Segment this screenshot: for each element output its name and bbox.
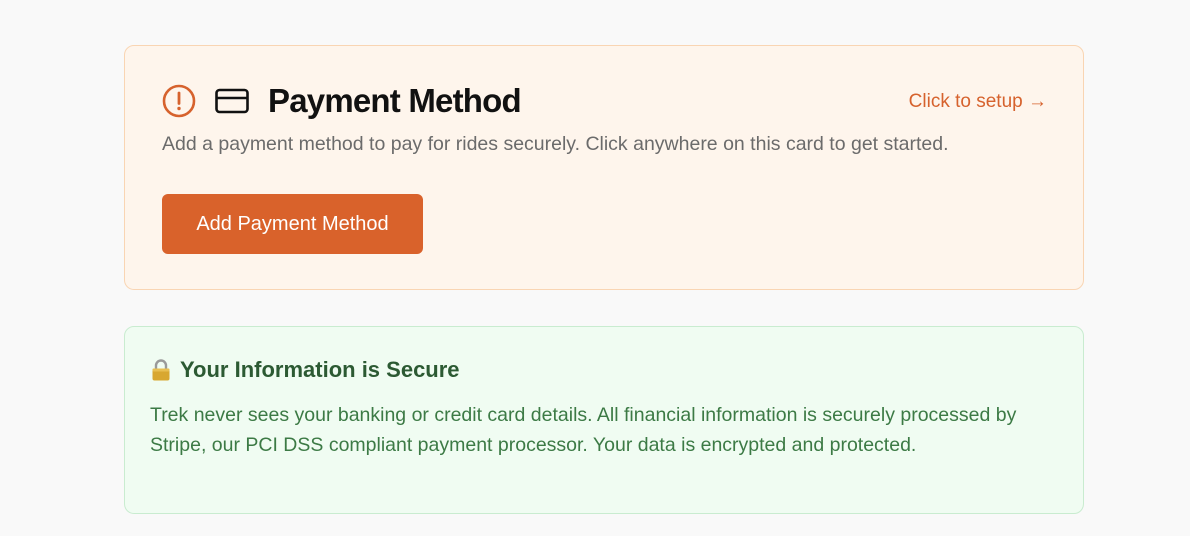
security-notice-body: Trek never sees your banking or credit c… — [150, 404, 1017, 456]
lock-icon — [150, 358, 172, 382]
credit-card-icon — [214, 84, 250, 118]
payment-card-title: Payment Method — [268, 82, 522, 119]
add-payment-method-button[interactable]: Add Payment Method — [162, 194, 423, 254]
security-notice-header: Your Information is Secure — [150, 356, 460, 384]
click-to-setup-link[interactable]: Click to setup → — [909, 90, 1047, 114]
alert-circle-icon — [162, 84, 196, 118]
security-notice-card: Your Information is Secure Trek never se… — [124, 326, 1084, 514]
payment-method-card[interactable]: Payment Method Click to setup → Add a pa… — [124, 45, 1084, 290]
security-notice-title: Your Information is Secure — [180, 357, 460, 382]
payment-card-header: Payment Method — [162, 82, 522, 120]
payment-card-description: Add a payment method to pay for rides se… — [162, 133, 949, 155]
